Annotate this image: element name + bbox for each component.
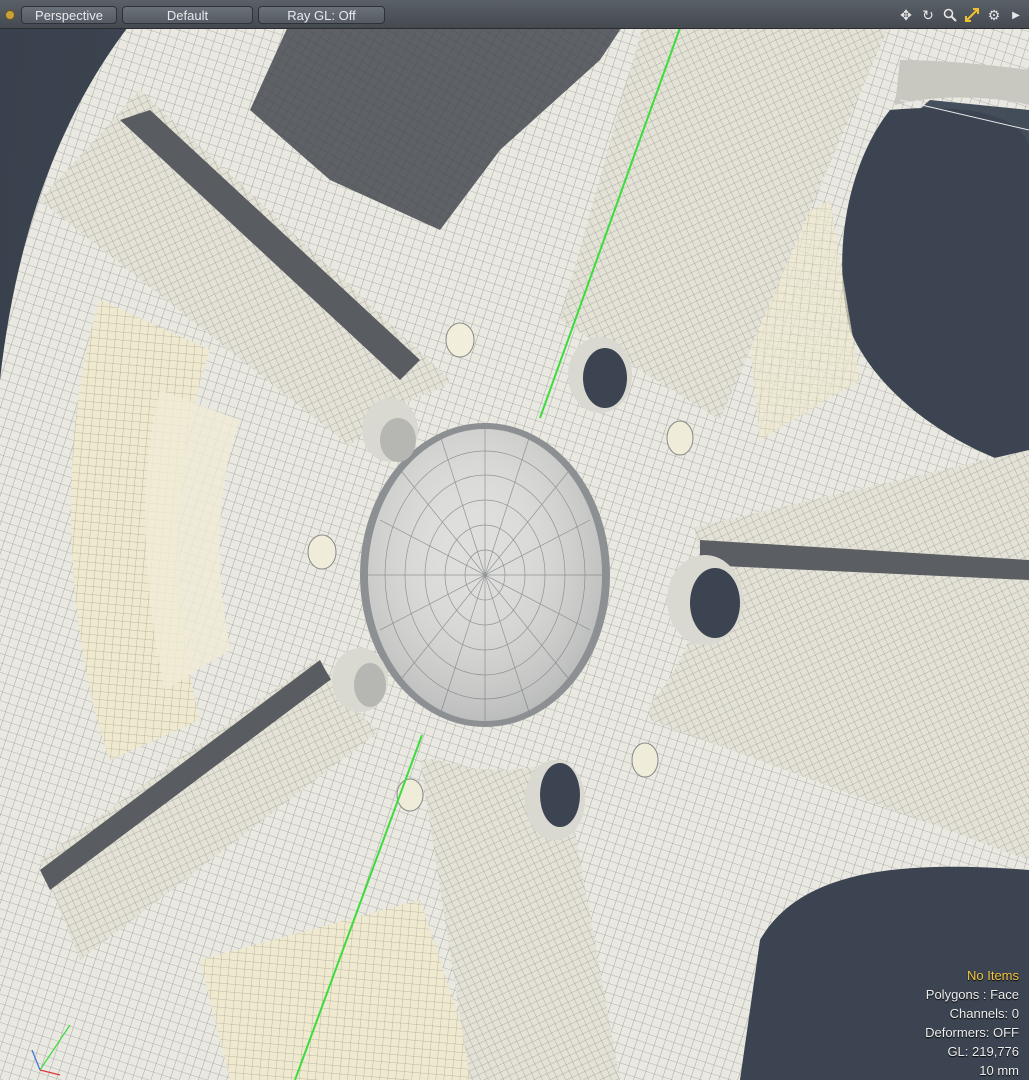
ray-gl-toggle[interactable]: Ray GL: Off	[258, 6, 385, 24]
gl-polycount: GL: 219,776	[947, 1044, 1019, 1059]
rotate-view-icon[interactable]: ↻	[919, 6, 937, 24]
polygons-mode: Polygons : Face	[925, 987, 1019, 1002]
viewport-status-dot[interactable]	[5, 10, 15, 20]
axis-gizmo-icon	[31, 1024, 71, 1076]
scene-info-overlay: No Items Polygons : Face Channels: 0 Def…	[925, 966, 1019, 1080]
deformers-status: Deformers: OFF	[925, 1025, 1019, 1040]
settings-icon[interactable]: ⚙	[985, 6, 1003, 24]
viewport-nav-icons: ✥ ↻ ⚙ ▶	[897, 6, 1025, 24]
3d-viewport[interactable]: Perspective Default Ray GL: Off ✥ ↻ ⚙ ▶ …	[0, 0, 1029, 1080]
shading-dropdown[interactable]: Default	[122, 6, 253, 24]
zoom-view-icon[interactable]	[941, 6, 959, 24]
grid-scale: 10 mm	[979, 1063, 1019, 1078]
viewport-toolbar: Perspective Default Ray GL: Off ✥ ↻ ⚙ ▶	[0, 0, 1029, 29]
move-view-icon[interactable]: ✥	[897, 6, 915, 24]
wheel-mesh[interactable]	[0, 0, 1029, 1080]
selection-status: No Items	[966, 968, 1019, 983]
fit-view-icon[interactable]	[963, 6, 981, 24]
expand-icon[interactable]: ▶	[1007, 6, 1025, 24]
channels-count: Channels: 0	[949, 1006, 1019, 1021]
view-mode-dropdown[interactable]: Perspective	[21, 6, 117, 24]
